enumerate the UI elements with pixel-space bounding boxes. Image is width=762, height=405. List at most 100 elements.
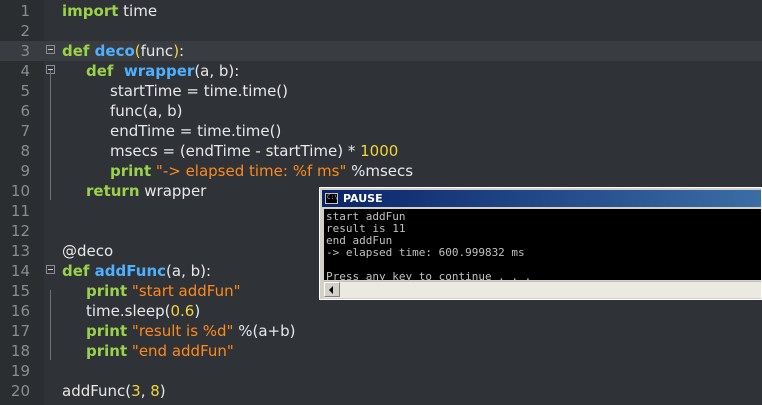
console-title-bar[interactable]: C:\ PAUSE: [322, 190, 761, 207]
console-output-line: -> elapsed time: 600.999832 ms: [326, 246, 525, 259]
code-text: print "end addFun": [86, 341, 234, 361]
code-text: addFunc(3, 8): [62, 381, 166, 401]
code-token: def: [86, 62, 119, 80]
code-token: ,: [140, 382, 151, 400]
code-text: msecs = (endTime - startTime) * 1000: [110, 141, 398, 161]
line-number: 18: [10, 342, 30, 360]
code-line[interactable]: 16 time.sleep(0.6): [0, 301, 762, 321]
code-token: def: [62, 262, 95, 280]
line-number: 12: [10, 222, 30, 240]
code-token: "end addFun": [131, 342, 234, 360]
code-line[interactable]: 17 print "result is %d" %(a+b): [0, 321, 762, 341]
code-token: print: [110, 162, 152, 180]
code-token: func: [140, 42, 174, 60]
line-number: 8: [20, 142, 30, 160]
fold-guide: [50, 70, 51, 200]
fold-toggle-icon[interactable]: [46, 45, 55, 54]
code-token: return: [86, 182, 140, 200]
code-token: addFunc(: [62, 382, 132, 400]
console-output: start addFun result is 11 end addFun -> ela…: [324, 209, 761, 283]
line-number: 16: [10, 302, 30, 320]
code-line[interactable]: 4 def wrapper(a, b):: [0, 61, 762, 81]
code-token: deco: [94, 42, 135, 60]
code-token: 1000: [360, 142, 399, 160]
code-token: time.sleep(: [86, 302, 171, 320]
code-token: (a, b):: [166, 262, 212, 280]
code-token: print: [86, 342, 128, 360]
code-token: "start addFun": [131, 282, 241, 300]
code-token: 3: [131, 382, 141, 400]
code-token: 8: [150, 382, 160, 400]
code-token: @deco: [62, 242, 114, 260]
code-text: time.sleep(0.6): [86, 301, 200, 321]
line-number: 7: [20, 122, 30, 140]
code-token: "result is %d": [131, 322, 234, 340]
code-text: def addFunc(a, b):: [62, 261, 211, 281]
fold-toggle-icon[interactable]: [46, 265, 55, 274]
code-line[interactable]: 20 addFunc(3, 8): [0, 381, 762, 401]
code-token: wrapper: [139, 182, 207, 200]
code-token: "-> elapsed time: %f ms": [155, 162, 347, 180]
code-text: startTime = time.time(): [110, 81, 288, 101]
line-number: 11: [10, 202, 30, 220]
code-token: import: [62, 2, 119, 20]
console-title: PAUSE: [343, 192, 383, 205]
code-line[interactable]: 6 func(a, b): [0, 101, 762, 121]
code-token: def: [62, 42, 95, 60]
code-line[interactable]: 9 print "-> elapsed time: %f ms" %msecs: [0, 161, 762, 181]
code-token: ): [159, 382, 166, 400]
code-token: %msecs: [346, 162, 414, 180]
line-number: 19: [10, 362, 30, 380]
code-line[interactable]: 5 startTime = time.time(): [0, 81, 762, 101]
fold-guide: [50, 290, 51, 360]
line-number: 1: [20, 2, 30, 20]
line-number: 3: [20, 42, 30, 60]
code-token: endTime = time.time(): [110, 122, 282, 140]
code-token: :: [179, 42, 185, 60]
code-line[interactable]: 18 print "end addFun": [0, 341, 762, 361]
code-line[interactable]: 2: [0, 21, 762, 41]
line-number: 9: [20, 162, 30, 180]
code-text: def wrapper(a, b):: [86, 61, 239, 81]
code-line[interactable]: 19: [0, 361, 762, 381]
code-token: func(a, b): [110, 102, 183, 120]
code-token: %(a+b): [233, 322, 296, 340]
code-token: (a, b):: [194, 62, 240, 80]
code-token: time: [118, 2, 158, 20]
code-line[interactable]: 1 import time: [0, 1, 762, 21]
console-icon: C:\: [325, 193, 338, 204]
code-token: startTime = time.time(): [110, 82, 289, 100]
scroll-left-icon[interactable]: [324, 282, 340, 297]
code-token: addFunc: [94, 262, 167, 280]
code-line[interactable]: 3 def deco(func):: [0, 41, 762, 61]
code-token: ): [194, 302, 201, 320]
console-icon-label: C:\: [327, 194, 338, 201]
code-text: func(a, b): [110, 101, 183, 121]
line-number: 15: [10, 282, 30, 300]
line-number: 14: [10, 262, 30, 280]
code-text: endTime = time.time(): [110, 121, 281, 141]
line-number: 20: [10, 382, 30, 400]
code-text: @deco: [62, 241, 113, 261]
line-number: 17: [10, 322, 30, 340]
code-line[interactable]: 8 msecs = (endTime - startTime) * 1000: [0, 141, 762, 161]
code-text: import time: [62, 1, 157, 21]
line-number: 13: [10, 242, 30, 260]
code-line[interactable]: 7 endTime = time.time(): [0, 121, 762, 141]
code-token: print: [86, 282, 128, 300]
line-number: 5: [20, 82, 30, 100]
code-text: def deco(func):: [62, 41, 184, 61]
line-number: 6: [20, 102, 30, 120]
code-text: print "start addFun": [86, 281, 240, 301]
code-text: print "result is %d" %(a+b): [86, 321, 295, 341]
code-token: wrapper: [118, 62, 195, 80]
horizontal-scrollbar[interactable]: [324, 281, 761, 298]
code-text: print "-> elapsed time: %f ms" %msecs: [110, 161, 413, 181]
line-number: 4: [20, 62, 30, 80]
code-token: 0.6: [170, 302, 195, 320]
line-number: 2: [20, 22, 30, 40]
line-number: 10: [10, 182, 30, 200]
code-token: print: [86, 322, 128, 340]
code-token: msecs = (endTime - startTime) *: [110, 142, 361, 160]
console-window[interactable]: C:\ PAUSE start addFun result is 11 end ad…: [319, 187, 762, 300]
